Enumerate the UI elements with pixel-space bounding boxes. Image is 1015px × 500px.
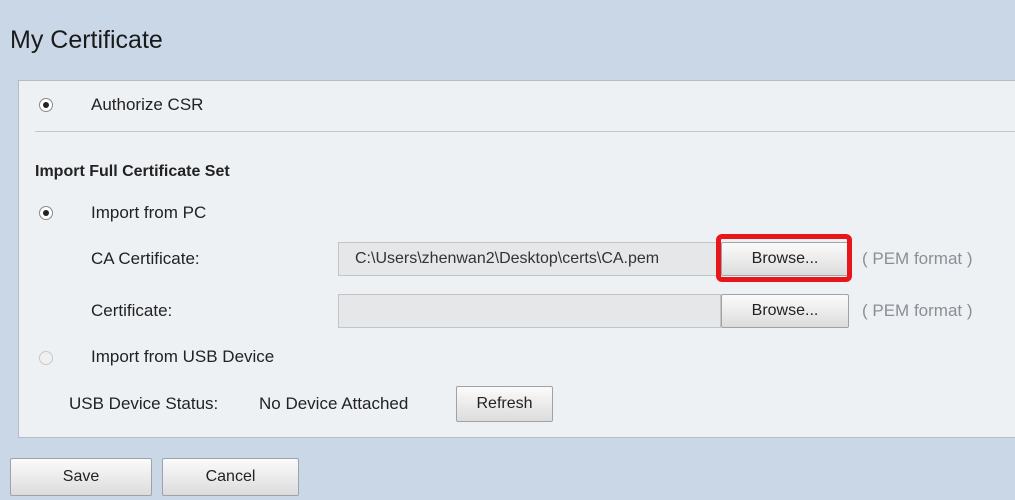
import-from-pc-radio[interactable] [39, 206, 53, 220]
ca-certificate-input[interactable]: C:\Users\zhenwan2\Desktop\certs\CA.pem [338, 242, 721, 276]
authorize-csr-label: Authorize CSR [91, 95, 204, 114]
certificate-input[interactable] [338, 294, 721, 328]
import-from-pc-label: Import from PC [91, 203, 207, 222]
page-title: My Certificate [10, 26, 163, 54]
usb-status-value: No Device Attached [259, 394, 409, 413]
usb-status-label: USB Device Status: [69, 394, 219, 413]
certificate-browse-button[interactable]: Browse... [721, 294, 849, 328]
cancel-button[interactable]: Cancel [162, 458, 299, 496]
save-button[interactable]: Save [10, 458, 152, 496]
certificate-label: Certificate: [91, 301, 173, 320]
ca-certificate-browse-button[interactable]: Browse... [721, 242, 849, 276]
authorize-csr-radio[interactable] [39, 98, 53, 112]
certificate-panel: Authorize CSR Import Full Certificate Se… [18, 80, 1015, 438]
import-from-usb-label: Import from USB Device [91, 347, 275, 366]
section-divider [35, 131, 1015, 132]
ca-certificate-label: CA Certificate: [91, 249, 200, 268]
refresh-button[interactable]: Refresh [456, 386, 553, 422]
title-bar: My Certificate [0, 0, 1015, 80]
import-from-usb-radio[interactable] [39, 351, 53, 365]
ca-certificate-format-hint: ( PEM format ) [862, 249, 973, 268]
certificate-format-hint: ( PEM format ) [862, 301, 973, 320]
import-section-heading: Import Full Certificate Set [35, 163, 230, 180]
